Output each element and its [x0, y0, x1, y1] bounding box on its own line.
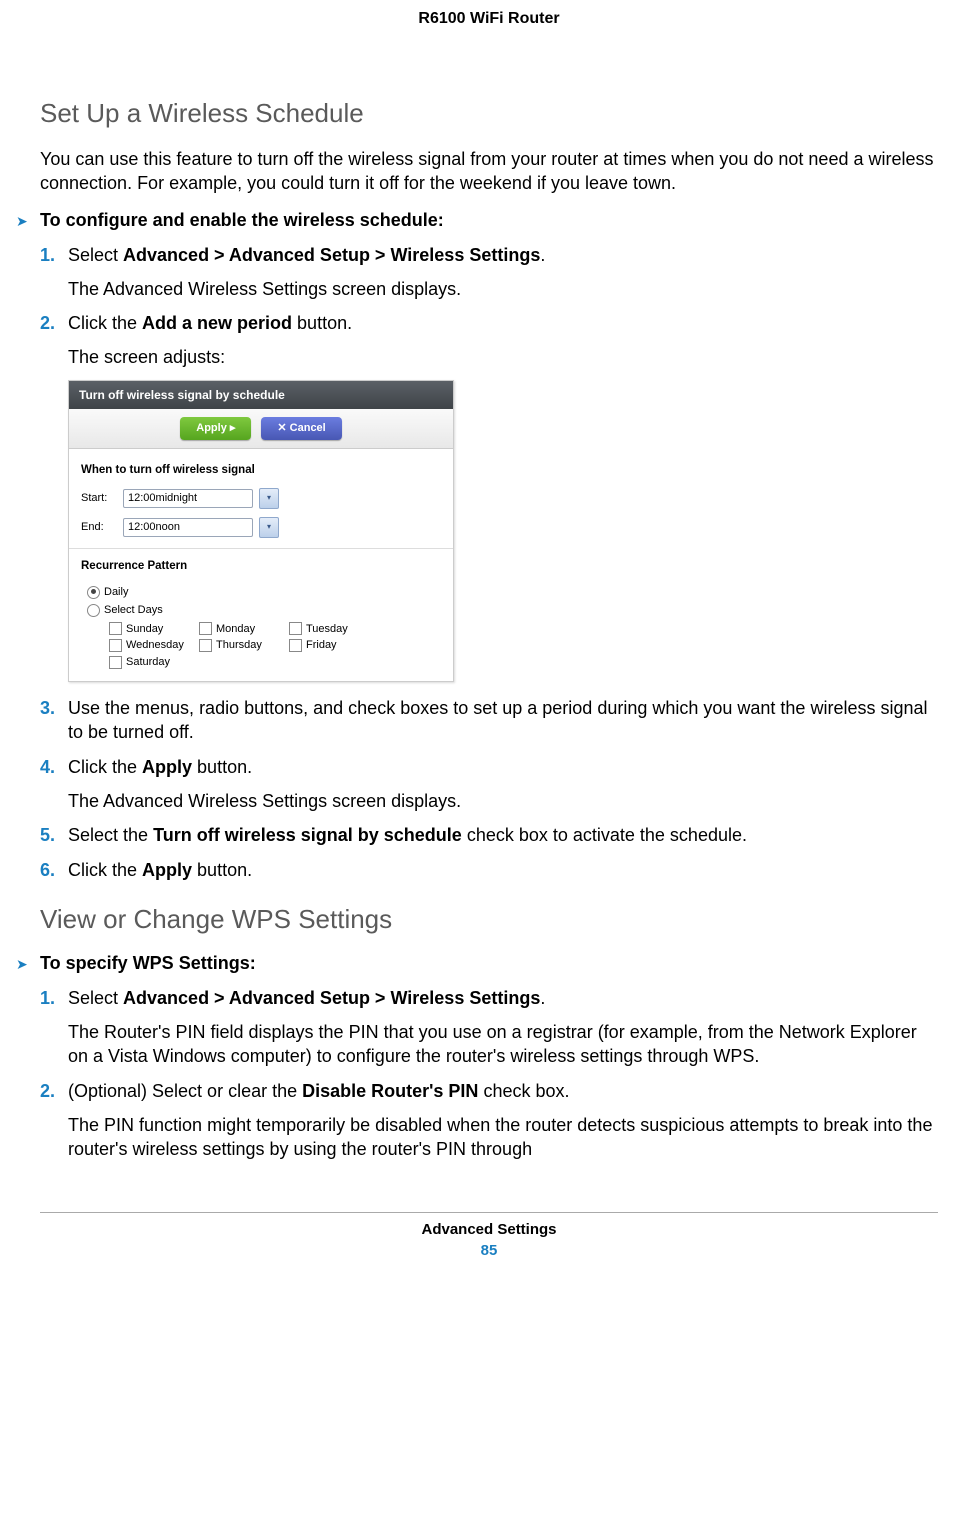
step-text: check box to activate the schedule. [462, 825, 747, 845]
day-checkbox[interactable]: Saturday [109, 654, 199, 671]
procedure-arrow-icon: ➤ [16, 213, 28, 230]
step-bold: Advanced > Advanced Setup > Wireless Set… [123, 988, 540, 1008]
step-text: Click the [68, 860, 142, 880]
procedure-arrow-icon: ➤ [16, 956, 28, 973]
radio-icon [87, 604, 100, 617]
divider [69, 548, 453, 549]
step-text: check box. [478, 1081, 569, 1101]
intro-paragraph: You can use this feature to turn off the… [40, 147, 938, 196]
step-text: (Optional) Select or clear the [68, 1081, 302, 1101]
step-followup: The Router's PIN field displays the PIN … [68, 1020, 938, 1069]
step-text: Click the [68, 757, 142, 777]
step-2: (Optional) Select or clear the Disable R… [68, 1079, 938, 1162]
checkbox-icon [109, 639, 122, 652]
step-2: Click the Add a new period button. The s… [68, 311, 938, 682]
end-label: End: [81, 520, 117, 535]
day-label: Sunday [126, 622, 163, 637]
section-heading-wireless-schedule: Set Up a Wireless Schedule [40, 98, 938, 129]
radio-icon [87, 586, 100, 599]
day-checkbox[interactable]: Monday [199, 621, 289, 638]
day-label: Wednesday [126, 638, 184, 653]
footer-chapter: Advanced Settings [40, 1221, 938, 1238]
end-select[interactable]: 12:00noon [123, 518, 253, 537]
step-6: Click the Apply button. [68, 858, 938, 882]
step-1: Select Advanced > Advanced Setup > Wirel… [68, 243, 938, 302]
step-followup: The Advanced Wireless Settings screen di… [68, 789, 938, 813]
dialog-title: Turn off wireless signal by schedule [69, 381, 453, 409]
day-label: Saturday [126, 655, 170, 670]
dropdown-icon[interactable]: ▾ [259, 488, 279, 509]
step-followup: The Advanced Wireless Settings screen di… [68, 277, 938, 301]
checkbox-icon [199, 639, 212, 652]
step-text: . [540, 988, 545, 1008]
radio-select-days[interactable]: Select Days [87, 603, 441, 618]
when-label: When to turn off wireless signal [81, 463, 441, 479]
radio-label: Select Days [104, 603, 163, 618]
step-followup: The screen adjusts: [68, 345, 938, 369]
step-text: Select the [68, 825, 153, 845]
cancel-button[interactable]: ✕ Cancel [261, 417, 341, 440]
step-3: Use the menus, radio buttons, and check … [68, 696, 938, 745]
start-label: Start: [81, 491, 117, 506]
day-label: Thursday [216, 638, 262, 653]
step-text: button. [192, 757, 252, 777]
step-bold: Turn off wireless signal by schedule [153, 825, 462, 845]
doc-header-title: R6100 WiFi Router [40, 10, 938, 28]
days-grid: Sunday Monday Tuesday Wednesday Thursday… [109, 621, 441, 672]
day-label: Tuesday [306, 622, 348, 637]
page-number: 85 [40, 1242, 938, 1259]
day-label: Monday [216, 622, 255, 637]
schedule-dialog: Turn off wireless signal by schedule App… [68, 380, 454, 682]
step-bold: Advanced > Advanced Setup > Wireless Set… [123, 245, 540, 265]
footer-rule [40, 1212, 938, 1213]
step-text: Select [68, 988, 123, 1008]
step-bold: Apply [142, 757, 192, 777]
step-bold: Apply [142, 860, 192, 880]
day-label: Friday [306, 638, 337, 653]
day-checkbox[interactable]: Tuesday [289, 621, 379, 638]
day-checkbox[interactable]: Thursday [199, 637, 289, 654]
step-text: button. [192, 860, 252, 880]
checkbox-icon [199, 622, 212, 635]
checkbox-icon [109, 622, 122, 635]
step-text: Select [68, 245, 123, 265]
step-text: . [540, 245, 545, 265]
checkbox-icon [289, 639, 302, 652]
dialog-toolbar: Apply ▸ ✕ Cancel [69, 409, 453, 449]
start-select[interactable]: 12:00midnight [123, 489, 253, 508]
step-bold: Disable Router's PIN [302, 1081, 478, 1101]
step-text: Use the menus, radio buttons, and check … [68, 698, 928, 742]
step-1: Select Advanced > Advanced Setup > Wirel… [68, 986, 938, 1069]
procedure-title: To configure and enable the wireless sch… [40, 210, 938, 231]
apply-button[interactable]: Apply ▸ [180, 417, 251, 440]
recurrence-label: Recurrence Pattern [81, 559, 441, 575]
dropdown-icon[interactable]: ▾ [259, 517, 279, 538]
step-4: Click the Apply button. The Advanced Wir… [68, 755, 938, 814]
day-checkbox[interactable]: Friday [289, 637, 379, 654]
checkbox-icon [289, 622, 302, 635]
section-heading-wps: View or Change WPS Settings [40, 904, 938, 935]
step-followup: The PIN function might temporarily be di… [68, 1113, 938, 1162]
checkbox-icon [109, 656, 122, 669]
step-text: button. [292, 313, 352, 333]
procedure-title: To specify WPS Settings: [40, 953, 938, 974]
radio-label: Daily [104, 585, 128, 600]
step-5: Select the Turn off wireless signal by s… [68, 823, 938, 847]
step-bold: Add a new period [142, 313, 292, 333]
day-checkbox[interactable]: Wednesday [109, 637, 199, 654]
radio-daily[interactable]: Daily [87, 585, 441, 600]
day-checkbox[interactable]: Sunday [109, 621, 199, 638]
step-text: Click the [68, 313, 142, 333]
